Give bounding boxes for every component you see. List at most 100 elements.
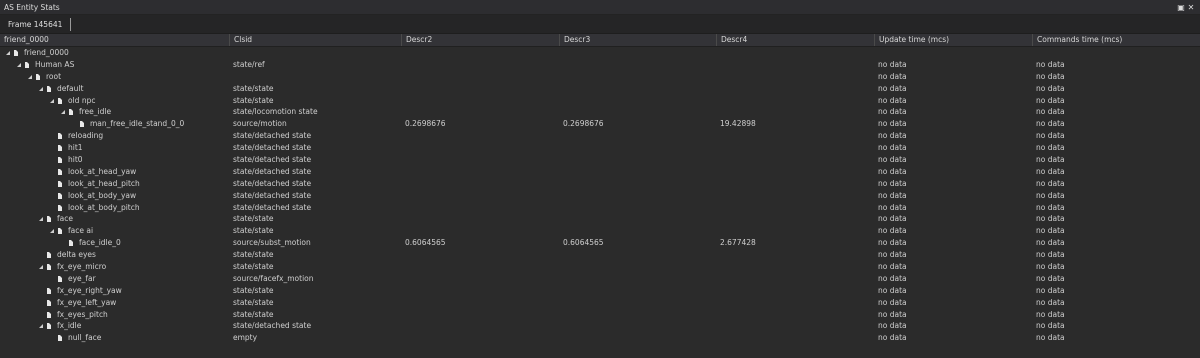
update-time-cell: no data <box>878 214 907 224</box>
tree-row[interactable]: null_face empty no data no data <box>0 332 1200 344</box>
commands-time-cell: no data <box>1036 238 1065 248</box>
tree-row[interactable]: old npc state/state no data no data <box>0 95 1200 107</box>
update-time-cell: no data <box>878 238 907 248</box>
column-header-name[interactable]: friend_0000 <box>0 34 233 46</box>
node-label: hit1 <box>68 143 83 153</box>
leaf-spacer <box>50 277 54 281</box>
clsid-cell: source/subst_motion <box>233 238 311 248</box>
expand-arrow-icon[interactable] <box>50 229 54 234</box>
tree-row[interactable]: look_at_body_pitch state/detached state no… <box>0 202 1200 214</box>
tree-row[interactable]: face state/state no data no data <box>0 213 1200 225</box>
tree-row[interactable]: fx_eye_right_yaw state/state no data no dat… <box>0 285 1200 297</box>
tree-node[interactable]: hit0 <box>0 154 83 166</box>
node-label: fx_eye_right_yaw <box>57 285 122 295</box>
update-time-cell: no data <box>878 83 907 93</box>
tree-row[interactable]: hit0 state/detached state no data no data <box>0 154 1200 166</box>
close-icon[interactable]: ✕ <box>1186 3 1196 12</box>
tree-node[interactable]: delta eyes <box>0 249 96 261</box>
commands-time-cell: no data <box>1036 107 1065 117</box>
tree-node[interactable]: look_at_head_pitch <box>0 178 140 190</box>
tree-row[interactable]: hit1 state/detached state no data no data <box>0 142 1200 154</box>
tree-row[interactable]: face_idle_0 source/subst_motion 0.6064565 0… <box>0 237 1200 249</box>
column-header-descr4[interactable]: Descr4 <box>716 34 874 46</box>
tree-node[interactable]: old npc <box>0 95 95 107</box>
tree-row[interactable]: look_at_head_yaw state/detached state no d… <box>0 166 1200 178</box>
tree-node[interactable]: man_free_idle_stand_0_0 <box>0 118 184 130</box>
commands-time-cell: no data <box>1036 71 1065 81</box>
entity-tree[interactable]: friend_0000 Human AS state/ref no data no da… <box>0 47 1200 344</box>
document-icon <box>47 323 51 330</box>
tree-row[interactable]: fx_eye_micro state/state no data no data <box>0 261 1200 273</box>
expand-arrow-icon[interactable] <box>6 50 10 55</box>
leaf-spacer <box>39 313 43 317</box>
update-time-cell: no data <box>878 309 907 319</box>
frame-tab[interactable]: Frame 145641 <box>4 20 66 29</box>
tree-row[interactable]: fx_idle state/detached state no data no dat… <box>0 320 1200 332</box>
expand-arrow-icon[interactable] <box>39 86 43 91</box>
update-time-cell: no data <box>878 178 907 188</box>
tree-node[interactable]: free_idle <box>0 106 111 118</box>
descr4-cell: 19.42898 <box>720 119 756 129</box>
pin-icon[interactable]: ▣ <box>1176 3 1186 12</box>
expand-arrow-icon[interactable] <box>39 217 43 222</box>
column-header-commands-time[interactable]: Commands time (mcs) <box>1032 34 1192 46</box>
tree-node[interactable]: null_face <box>0 332 101 344</box>
tree-row[interactable]: delta eyes state/state no data no data <box>0 249 1200 261</box>
commands-time-cell: no data <box>1036 178 1065 188</box>
column-header-descr3[interactable]: Descr3 <box>559 34 716 46</box>
tree-node[interactable]: eye_far <box>0 273 96 285</box>
tree-row[interactable]: eye_far source/facefx_motion no data no dat… <box>0 273 1200 285</box>
commands-time-cell: no data <box>1036 59 1065 69</box>
tree-node[interactable]: face ai <box>0 225 93 237</box>
tree-node[interactable]: fx_eye_right_yaw <box>0 285 122 297</box>
tree-row[interactable]: Human AS state/ref no data no data <box>0 59 1200 71</box>
tree-node[interactable]: default <box>0 83 83 95</box>
tree-row[interactable]: default state/state no data no data <box>0 83 1200 95</box>
tree-node[interactable]: Human AS <box>0 59 74 71</box>
tree-row[interactable]: man_free_idle_stand_0_0 source/motion 0.26… <box>0 118 1200 130</box>
tree-row[interactable]: fx_eye_left_yaw state/state no data no data <box>0 297 1200 309</box>
document-icon <box>47 311 51 318</box>
expand-arrow-icon[interactable] <box>61 110 65 115</box>
tree-row[interactable]: friend_0000 <box>0 47 1200 59</box>
tree-row[interactable]: reloading state/detached state no data no d… <box>0 130 1200 142</box>
expand-arrow-icon[interactable] <box>28 74 32 79</box>
commands-time-cell: no data <box>1036 143 1065 153</box>
tree-node[interactable]: fx_eyes_pitch <box>0 309 108 321</box>
tree-node[interactable]: friend_0000 <box>0 47 69 59</box>
document-icon <box>69 109 73 116</box>
tree-node[interactable]: face_idle_0 <box>0 237 121 249</box>
tree-node[interactable]: look_at_body_yaw <box>0 190 136 202</box>
tree-node[interactable]: hit1 <box>0 142 83 154</box>
document-icon <box>58 335 62 342</box>
column-header-update-time[interactable]: Update time (mcs) <box>874 34 1032 46</box>
clsid-cell: state/state <box>233 95 274 105</box>
expand-arrow-icon[interactable] <box>50 98 54 103</box>
node-label: default <box>57 83 84 93</box>
leaf-spacer <box>50 194 54 198</box>
tree-node[interactable]: fx_eye_left_yaw <box>0 297 116 309</box>
tree-node[interactable]: look_at_head_yaw <box>0 166 136 178</box>
tree-row[interactable]: free_idle state/locomotion state no data no… <box>0 106 1200 118</box>
tree-node[interactable]: root <box>0 71 61 83</box>
tree-node[interactable]: fx_idle <box>0 320 81 332</box>
column-header-descr2[interactable]: Descr2 <box>401 34 559 46</box>
tree-row[interactable]: fx_eyes_pitch state/state no data no data <box>0 309 1200 321</box>
node-label: reloading <box>68 131 104 141</box>
document-icon <box>58 168 62 175</box>
node-label: Human AS <box>35 59 75 69</box>
expand-arrow-icon[interactable] <box>17 62 21 67</box>
column-header-clsid[interactable]: Clsid <box>229 34 401 46</box>
update-time-cell: no data <box>878 107 907 117</box>
tree-row[interactable]: look_at_head_pitch state/detached state no… <box>0 178 1200 190</box>
node-label: null_face <box>68 333 102 343</box>
tree-row[interactable]: face ai state/state no data no data <box>0 225 1200 237</box>
tree-row[interactable]: root no data no data <box>0 71 1200 83</box>
expand-arrow-icon[interactable] <box>39 264 43 269</box>
expand-arrow-icon[interactable] <box>39 324 43 329</box>
tree-node[interactable]: reloading <box>0 130 103 142</box>
tree-node[interactable]: fx_eye_micro <box>0 261 106 273</box>
tree-node[interactable]: face <box>0 213 73 225</box>
tree-row[interactable]: look_at_body_yaw state/detached state no d… <box>0 190 1200 202</box>
tree-node[interactable]: look_at_body_pitch <box>0 202 140 214</box>
